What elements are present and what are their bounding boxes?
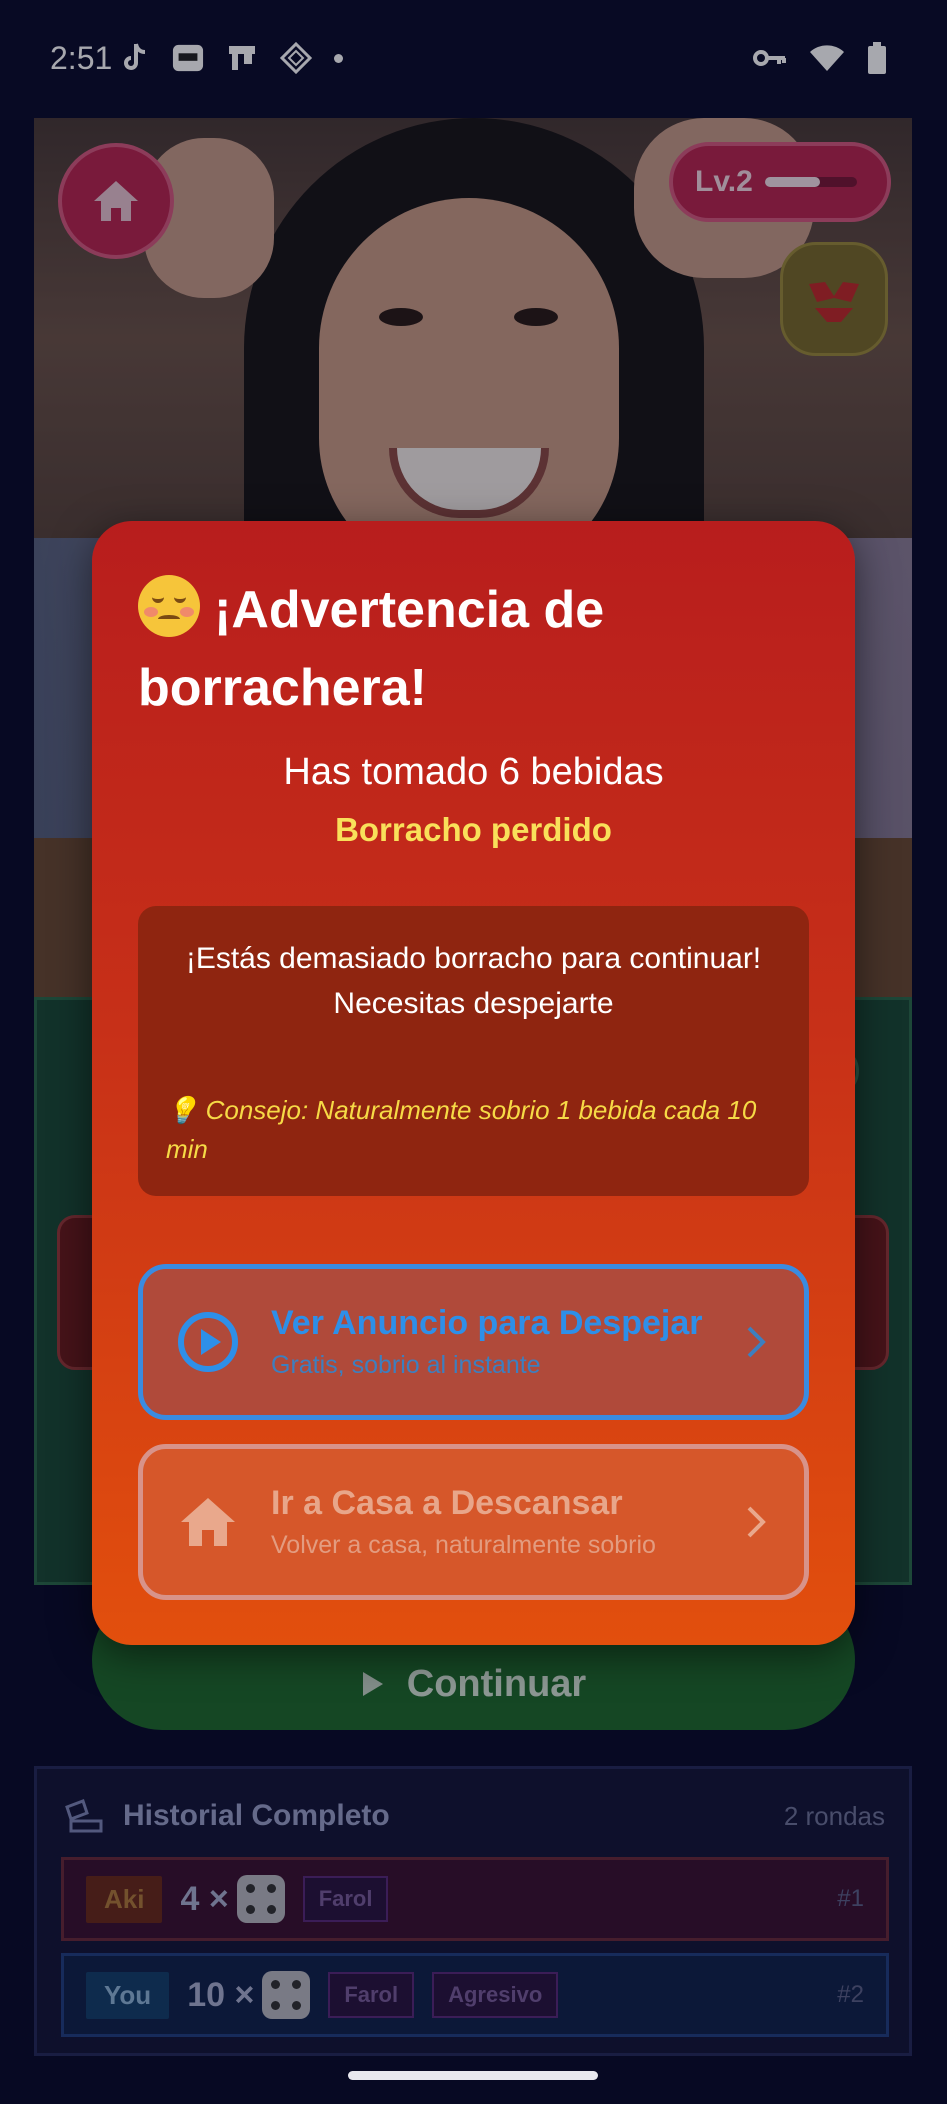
dialog-title: ¡Advertencia de borrachera! (138, 581, 605, 717)
watch-ad-subtitle: Gratis, sobrio al instante (271, 1351, 541, 1379)
watch-ad-title: Ver Anuncio para Despejar (271, 1304, 703, 1342)
go-home-subtitle: Volver a casa, naturalmente sobrio (271, 1531, 656, 1559)
chevron-right-icon (736, 1325, 776, 1359)
go-home-button[interactable]: Ir a Casa a Descansar Volver a casa, nat… (138, 1444, 809, 1600)
gesture-nav-handle[interactable] (348, 2071, 598, 2080)
warning-box: ¡Estás demasiado borracho para continuar… (138, 906, 809, 1196)
watch-ad-button[interactable]: Ver Anuncio para Despejar Gratis, sobrio… (138, 1264, 809, 1420)
home-icon (175, 1489, 241, 1555)
play-circle-icon (175, 1309, 241, 1375)
drinks-count-text: Has tomado 6 bebidas (283, 751, 664, 793)
warning-line-1: ¡Estás demasiado borracho para continuar… (185, 942, 762, 975)
warning-line-2: Necesitas despejarte (333, 987, 614, 1020)
tip-text: 💡 Consejo: Naturalmente sobrio 1 bebida … (166, 1095, 757, 1164)
chevron-right-icon (736, 1505, 776, 1539)
dialog-title-row: ¡Advertencia de borrachera! (138, 571, 818, 727)
go-home-title: Ir a Casa a Descansar (271, 1484, 623, 1522)
drunk-warning-dialog: ¡Advertencia de borrachera! Has tomado 6… (92, 521, 855, 1645)
drunk-status-text: Borracho perdido (335, 811, 612, 848)
woozy-face-icon (138, 575, 200, 637)
warning-message: ¡Estás demasiado borracho para continuar… (158, 936, 789, 1026)
